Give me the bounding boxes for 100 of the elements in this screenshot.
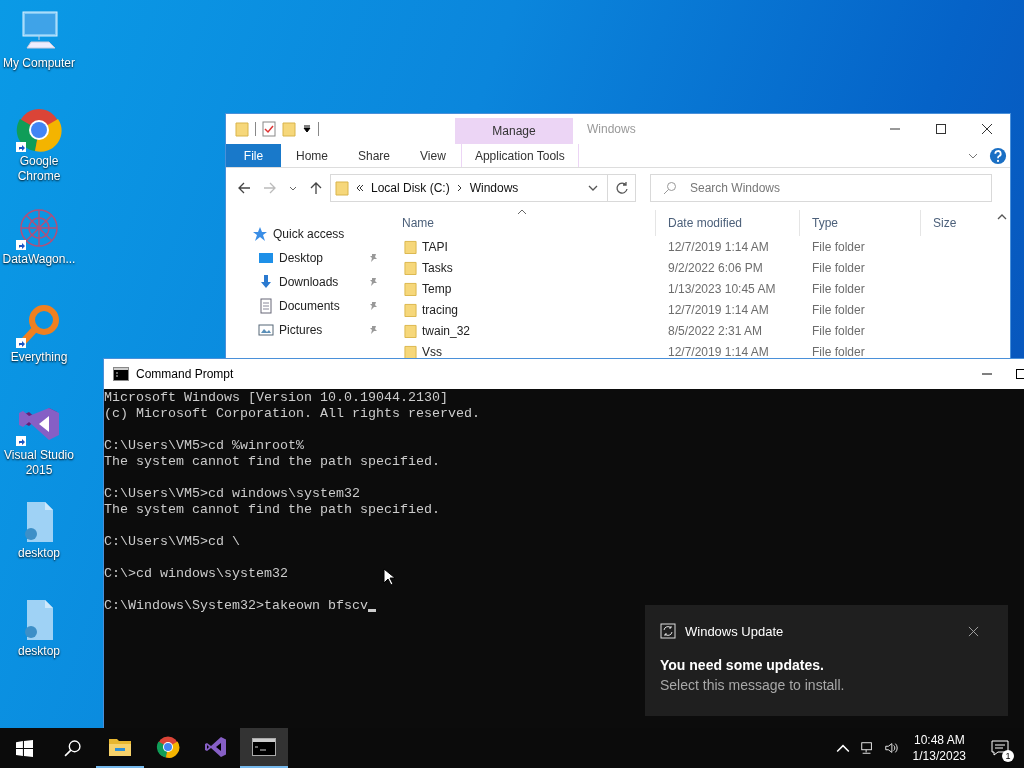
ribbon-tab[interactable]: Share: [343, 144, 406, 167]
table-cell-text: File folder: [811, 302, 866, 317]
chrome-icon: [156, 735, 180, 759]
console-icon: [113, 367, 129, 381]
clock[interactable]: 10:48 AM 1/13/2023: [912, 732, 966, 764]
close-icon[interactable]: [981, 123, 993, 135]
double-chevron-icon[interactable]: [355, 183, 365, 193]
star-icon: [252, 226, 268, 242]
search-field[interactable]: Search Windows: [650, 174, 992, 202]
window-title: Command Prompt: [136, 367, 234, 381]
file-name[interactable]: Vss: [422, 344, 442, 359]
pin-icon[interactable]: [368, 325, 378, 335]
nav-item[interactable]: Quick access: [273, 227, 345, 241]
table-cell-text: 1/13/2023 10:45 AM: [667, 281, 777, 296]
pin-icon[interactable]: [368, 253, 378, 263]
console-icon: [252, 738, 276, 756]
console-line: C:\Windows\System32>takeown bfscv: [104, 598, 368, 614]
console-line: C:\Users\VM5>cd %winroot%: [104, 438, 304, 454]
table-cell-text: File folder: [811, 260, 866, 275]
table-cell-text: File folder: [811, 344, 866, 359]
column-header[interactable]: Date modified: [655, 210, 799, 236]
console-line: (c) Microsoft Corporation. All rights reserved.: [104, 406, 480, 422]
refresh-button[interactable]: [608, 174, 636, 202]
table-cell-text: File folder: [811, 239, 866, 254]
file-name[interactable]: Temp: [422, 281, 452, 296]
breadcrumb[interactable]: Windows: [469, 181, 519, 195]
chrome-icon[interactable]: [15, 106, 63, 154]
column-header[interactable]: Size: [920, 210, 990, 236]
windows-logo-icon: [15, 739, 33, 757]
volume-icon[interactable]: [883, 741, 898, 755]
console-line: Microsoft Windows [Version 10.0.19044.2130]: [104, 390, 448, 406]
visual-studio-icon: [204, 735, 228, 759]
nav-item[interactable]: Documents: [279, 299, 340, 313]
action-center-button[interactable]: 1: [980, 728, 1020, 768]
caret-icon[interactable]: [302, 124, 312, 134]
notification-toast[interactable]: Windows Update You need some updates. Select this message to install.: [645, 605, 1008, 716]
file-tab[interactable]: File: [226, 144, 281, 167]
search-icon: [63, 739, 81, 757]
console-line: C:\Users\VM5>cd \: [104, 534, 240, 550]
table-cell-text: 9/2/2022 6:06 PM: [667, 260, 764, 275]
column-header[interactable]: Type: [799, 210, 920, 236]
pin-icon[interactable]: [368, 277, 378, 287]
monitor-icon: [258, 250, 274, 266]
nav-item[interactable]: Desktop: [279, 251, 324, 265]
table-cell-text: 8/5/2022 2:31 AM: [667, 323, 764, 338]
file-name[interactable]: twain_32: [422, 323, 471, 338]
back-arrow-icon[interactable]: [236, 180, 252, 196]
notification-title: You need some updates.: [660, 656, 825, 675]
nav-item[interactable]: Pictures: [279, 323, 323, 337]
up-arrow-icon[interactable]: [308, 180, 324, 196]
close-icon[interactable]: [968, 625, 979, 637]
table-cell-text: 12/7/2019 1:14 AM: [667, 344, 770, 359]
file-name[interactable]: TAPI: [422, 239, 448, 254]
file-name[interactable]: tracing: [422, 302, 459, 317]
file-name[interactable]: Tasks: [422, 260, 453, 275]
network-icon[interactable]: [859, 741, 874, 755]
document-icon: [258, 298, 274, 314]
folder-icon: [108, 736, 132, 758]
time-text: 10:48 AM: [913, 732, 965, 748]
folder-icon: [404, 301, 417, 318]
column-header[interactable]: Name: [390, 210, 655, 236]
folder-icon: [404, 238, 417, 255]
table-cell-text: File folder: [811, 323, 866, 338]
ribbon-tab[interactable]: Application Tools: [460, 144, 579, 167]
notification-message: Select this message to install.: [660, 676, 846, 695]
nav-item[interactable]: Downloads: [279, 275, 339, 289]
console-line: The system cannot find the path specified.: [104, 502, 440, 518]
picture-icon: [258, 322, 274, 338]
text-cursor: [367, 609, 376, 612]
checklist-icon[interactable]: [262, 121, 276, 137]
folder-icon: [404, 280, 417, 297]
folder-icon: [335, 180, 349, 196]
folder-icon: [404, 322, 417, 339]
ribbon-tab[interactable]: Home: [281, 144, 343, 167]
console-line: C:\>cd windows\system32: [104, 566, 288, 582]
update-icon: [660, 623, 676, 639]
notification-count: 1: [1002, 750, 1014, 762]
help-icon[interactable]: [989, 146, 1007, 165]
folder-icon: [404, 259, 417, 276]
mouse-pointer-icon: [383, 568, 395, 586]
pin-icon[interactable]: [368, 301, 378, 311]
table-cell-text: 12/7/2019 1:14 AM: [667, 239, 770, 254]
maximize-icon[interactable]: [1015, 368, 1024, 380]
breadcrumb[interactable]: Local Disk (C:): [371, 181, 450, 195]
notification-app-name: Windows Update: [685, 623, 784, 639]
maximize-icon[interactable]: [935, 123, 947, 135]
address-bar[interactable]: Local Disk (C:) Windows: [330, 174, 608, 202]
ribbon-tab[interactable]: View: [405, 144, 461, 167]
console-line: The system cannot find the path specified.: [104, 454, 440, 470]
download-arrow-icon: [258, 274, 274, 290]
console-line: C:\Users\VM5>cd windows\system32: [104, 486, 360, 502]
date-text: 1/13/2023: [912, 748, 966, 764]
group-label: Manage: [492, 124, 536, 138]
table-cell-text: 12/7/2019 1:14 AM: [667, 302, 770, 317]
taskbar-app-button[interactable]: [240, 728, 288, 768]
search-icon: [663, 181, 677, 195]
folder-icon: [404, 343, 417, 360]
window-title: Windows: [587, 122, 636, 136]
refresh-icon: [614, 181, 629, 195]
scroll-up-icon[interactable]: [996, 214, 1007, 220]
